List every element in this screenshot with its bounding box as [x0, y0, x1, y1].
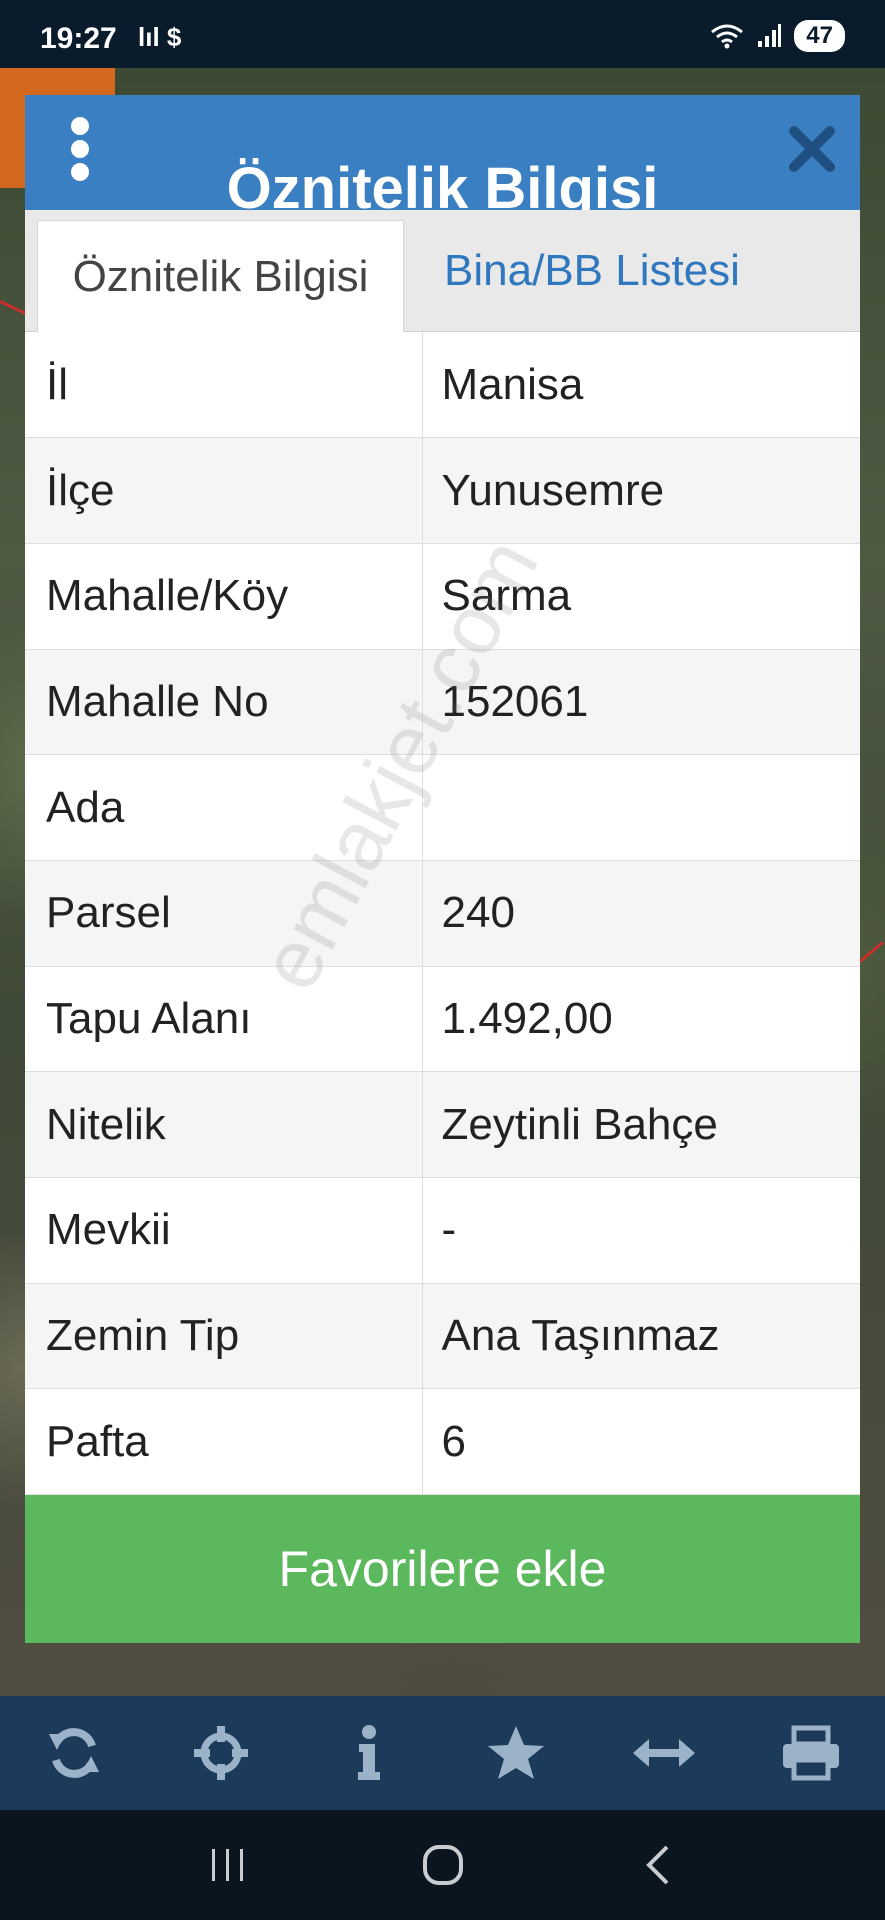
measure-button[interactable]: [629, 1718, 699, 1788]
attribute-value: Manisa: [422, 332, 860, 439]
home-icon: [422, 1845, 463, 1885]
print-icon: [783, 1725, 840, 1781]
system-nav-bar: [0, 1810, 885, 1920]
attribute-key: Zemin Tip: [25, 1283, 423, 1390]
refresh-button[interactable]: [39, 1718, 109, 1788]
attribute-key: Tapu Alanı: [25, 966, 423, 1073]
recent-apps-icon: [211, 1849, 243, 1881]
table-row: Ada: [25, 754, 860, 861]
attribute-value: 240: [422, 860, 860, 967]
signal-icon: [758, 24, 782, 47]
table-row: Tapu Alanı 1.492,00: [25, 966, 860, 1073]
dialog-title: Öznitelik Bilgisi: [226, 156, 659, 210]
attribute-key: Mahalle/Köy: [25, 543, 423, 650]
attribute-value: -: [422, 1177, 860, 1284]
map-toolbar: [0, 1696, 885, 1810]
dialog-header: Öznitelik Bilgisi: [25, 95, 860, 210]
attribute-key: Ada: [25, 754, 423, 861]
notification-icons: lıl $: [138, 22, 182, 52]
table-row: Zemin Tip Ana Taşınmaz: [25, 1283, 860, 1390]
table-row: Parsel 240: [25, 860, 860, 967]
info-icon: [357, 1725, 380, 1780]
table-row: İl Manisa: [25, 332, 860, 439]
info-button[interactable]: [334, 1718, 404, 1788]
table-row: Mahalle No 152061: [25, 649, 860, 756]
back-button[interactable]: [628, 1835, 688, 1895]
attribute-value: Yunusemre: [422, 437, 860, 544]
attribute-key: Mahalle No: [25, 649, 423, 756]
attribute-table: İl Manisa İlçe Yunusemre Mahalle/Köy Sar…: [25, 332, 860, 1496]
attribute-key: Pafta: [25, 1388, 423, 1496]
status-icons-right: 47: [710, 20, 845, 52]
home-button[interactable]: [413, 1835, 473, 1895]
table-row: Mahalle/Köy Sarma: [25, 543, 860, 650]
attribute-key: İlçe: [25, 437, 423, 544]
locate-button[interactable]: [186, 1718, 256, 1788]
attribute-info-dialog: Öznitelik Bilgisi Öznitelik Bilgisi Bina…: [25, 95, 860, 1644]
attribute-key: Mevkii: [25, 1177, 423, 1284]
table-row: Mevkii -: [25, 1177, 860, 1284]
tab-attribute-info[interactable]: Öznitelik Bilgisi: [37, 220, 404, 332]
status-time: 19:27: [40, 22, 117, 55]
recent-apps-button[interactable]: [198, 1835, 258, 1895]
attribute-value: Ana Taşınmaz: [422, 1283, 860, 1390]
attribute-value: 152061: [422, 649, 860, 756]
status-bar: 19:27 lıl $ 47: [0, 0, 885, 68]
tab-bar: Öznitelik Bilgisi Bina/BB Listesi: [25, 210, 860, 332]
attribute-value: Sarma: [422, 543, 860, 650]
table-row: Pafta 6: [25, 1388, 860, 1496]
attribute-key: Nitelik: [25, 1071, 423, 1178]
attribute-value: 6: [422, 1388, 860, 1496]
measure-icon: [632, 1739, 695, 1767]
tab-building-list[interactable]: Bina/BB Listesi: [404, 210, 860, 332]
attribute-key: İl: [25, 332, 423, 439]
close-icon[interactable]: [788, 125, 836, 173]
attribute-value: 1.492,00: [422, 966, 860, 1073]
star-icon: [488, 1726, 545, 1779]
attribute-value: Zeytinli Bahçe: [422, 1071, 860, 1178]
attribute-key: Parsel: [25, 860, 423, 967]
table-row: Nitelik Zeytinli Bahçe: [25, 1071, 860, 1178]
crosshair-icon: [194, 1726, 249, 1780]
table-row: İlçe Yunusemre: [25, 437, 860, 544]
wifi-icon: [711, 24, 744, 49]
refresh-icon: [48, 1728, 99, 1778]
screen: 19:27 lıl $ 47 Öznitelik Bilgisi Öznitel…: [0, 0, 885, 1920]
attribute-value: [422, 754, 860, 861]
print-button[interactable]: [776, 1718, 846, 1788]
favorites-button[interactable]: [481, 1718, 551, 1788]
back-icon: [645, 1845, 668, 1885]
add-to-favorites-button[interactable]: Favorilere ekle: [25, 1495, 860, 1644]
battery-indicator: 47: [794, 20, 845, 52]
